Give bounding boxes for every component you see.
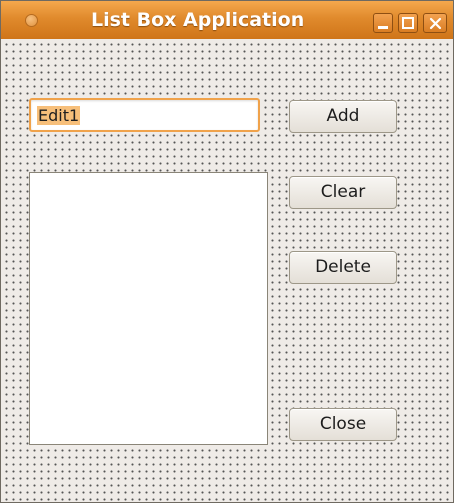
window-menu-icon[interactable] [25, 14, 38, 27]
list-box[interactable] [29, 172, 268, 445]
application-window: List Box Application Edit1 Add Clear Del… [0, 0, 454, 503]
delete-button[interactable]: Delete [289, 251, 397, 284]
close-window-button[interactable] [423, 13, 447, 33]
window-title: List Box Application [91, 9, 305, 31]
edit-field-value: Edit1 [37, 106, 81, 125]
edit-field[interactable]: Edit1 [29, 98, 260, 132]
title-bar[interactable]: List Box Application [1, 1, 453, 40]
add-button[interactable]: Add [289, 100, 397, 133]
minimize-icon [378, 26, 388, 29]
maximize-button[interactable] [398, 13, 418, 33]
form-client-area: Edit1 Add Clear Delete Close [1, 39, 453, 502]
close-icon [429, 17, 442, 30]
clear-button[interactable]: Clear [289, 176, 397, 209]
minimize-button[interactable] [373, 13, 393, 33]
maximize-icon [402, 17, 414, 29]
close-button[interactable]: Close [289, 408, 397, 441]
